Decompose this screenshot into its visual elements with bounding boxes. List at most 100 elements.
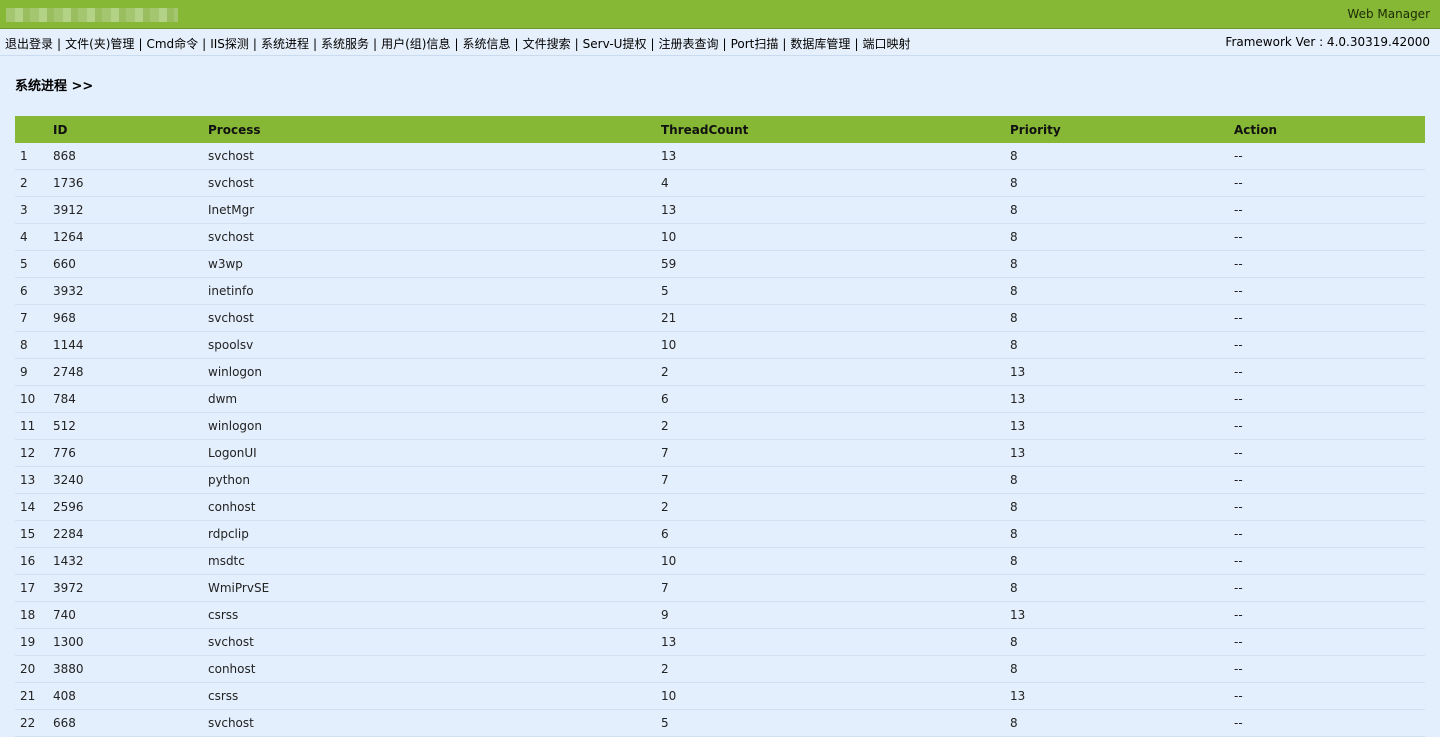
process-table: ID Process ThreadCount Priority Action 1… (15, 116, 1425, 737)
priority-cell: 8 (1010, 250, 1234, 278)
process-id-cell: 2748 (53, 358, 208, 386)
thread-count-cell: 59 (661, 250, 1010, 278)
table-row: 19 1300 svchost 13 8 -- (15, 628, 1425, 656)
nav-separator: | (252, 37, 257, 51)
priority-cell: 8 (1010, 196, 1234, 224)
row-index-cell: 2 (15, 169, 53, 197)
nav-link[interactable]: Serv-U提权 (583, 37, 647, 51)
thread-count-cell: 5 (661, 709, 1010, 737)
row-index-cell: 19 (15, 628, 53, 656)
nav-link[interactable]: 端口映射 (862, 37, 910, 51)
nav-link[interactable]: 系统信息 (463, 37, 511, 51)
process-name-cell: msdtc (208, 547, 661, 575)
nav-link[interactable]: 系统进程 (261, 37, 309, 51)
priority-cell: 8 (1010, 331, 1234, 359)
nav-link[interactable]: 注册表查询 (659, 37, 719, 51)
thread-count-cell: 7 (661, 439, 1010, 467)
priority-cell: 8 (1010, 574, 1234, 602)
thread-count-cell: 21 (661, 304, 1010, 332)
process-name-cell: csrss (208, 682, 661, 710)
priority-cell: 13 (1010, 682, 1234, 710)
priority-cell: 8 (1010, 466, 1234, 494)
thread-count-cell: 6 (661, 385, 1010, 413)
table-row: 14 2596 conhost 2 8 -- (15, 493, 1425, 521)
row-index-cell: 22 (15, 709, 53, 737)
action-cell: -- (1234, 304, 1425, 332)
priority-cell: 8 (1010, 709, 1234, 737)
thread-count-cell: 2 (661, 655, 1010, 683)
table-row: 13 3240 python 7 8 -- (15, 466, 1425, 494)
nav-link[interactable]: Cmd命令 (146, 37, 198, 51)
process-name-cell: python (208, 466, 661, 494)
table-row: 21 408 csrss 10 13 -- (15, 682, 1425, 710)
row-index-cell: 10 (15, 385, 53, 413)
nav-separator: | (138, 37, 143, 51)
thread-count-cell: 10 (661, 682, 1010, 710)
table-header-row: ID Process ThreadCount Priority Action (15, 116, 1425, 143)
action-cell: -- (1234, 466, 1425, 494)
nav-links: 退出登录 | 文件(夹)管理 | Cmd命令 | IIS探测 | 系统进程 | 系统服务 | 用户(组)… (5, 35, 911, 52)
table-row: 11 512 winlogon 2 13 -- (15, 412, 1425, 440)
action-cell: -- (1234, 196, 1425, 224)
top-banner: Web Manager (0, 0, 1440, 29)
process-id-cell: 740 (53, 601, 208, 629)
process-id-cell: 2284 (53, 520, 208, 548)
nav-link[interactable]: Port扫描 (731, 37, 779, 51)
priority-cell: 13 (1010, 385, 1234, 413)
process-name-cell: csrss (208, 601, 661, 629)
table-row: 5 660 w3wp 59 8 -- (15, 250, 1425, 278)
process-name-cell: svchost (208, 143, 661, 170)
process-id-cell: 1432 (53, 547, 208, 575)
process-id-cell: 1300 (53, 628, 208, 656)
process-id-cell: 868 (53, 143, 208, 170)
process-name-cell: conhost (208, 655, 661, 683)
table-row: 4 1264 svchost 10 8 -- (15, 223, 1425, 251)
priority-cell: 13 (1010, 412, 1234, 440)
thread-count-cell: 6 (661, 520, 1010, 548)
nav-link[interactable]: 用户(组)信息 (381, 37, 450, 51)
process-id-cell: 660 (53, 250, 208, 278)
process-name-cell: winlogon (208, 358, 661, 386)
nav-link[interactable]: 文件搜索 (523, 37, 571, 51)
header-index (15, 116, 53, 143)
thread-count-cell: 13 (661, 628, 1010, 656)
table-row: 16 1432 msdtc 10 8 -- (15, 547, 1425, 575)
table-row: 1 868 svchost 13 8 -- (15, 143, 1425, 170)
header-threadcount: ThreadCount (661, 122, 749, 137)
nav-separator: | (57, 37, 62, 51)
thread-count-cell: 10 (661, 331, 1010, 359)
nav-separator: | (722, 37, 727, 51)
table-row: 10 784 dwm 6 13 -- (15, 385, 1425, 413)
process-id-cell: 408 (53, 682, 208, 710)
process-id-cell: 3932 (53, 277, 208, 305)
process-name-cell: spoolsv (208, 331, 661, 359)
action-cell: -- (1234, 277, 1425, 305)
nav-link[interactable]: IIS探测 (210, 37, 249, 51)
process-id-cell: 2596 (53, 493, 208, 521)
process-id-cell: 3240 (53, 466, 208, 494)
action-cell: -- (1234, 223, 1425, 251)
nav-link[interactable]: 退出登录 (5, 37, 53, 51)
action-cell: -- (1234, 385, 1425, 413)
action-cell: -- (1234, 655, 1425, 683)
nav-link[interactable]: 数据库管理 (790, 37, 850, 51)
nav-link[interactable]: 系统服务 (321, 37, 369, 51)
framework-version: Framework Ver : 4.0.30319.42000 (1225, 35, 1430, 49)
process-name-cell: svchost (208, 223, 661, 251)
row-index-cell: 16 (15, 547, 53, 575)
table-row: 17 3972 WmiPrvSE 7 8 -- (15, 574, 1425, 602)
process-name-cell: InetMgr (208, 196, 661, 224)
nav-link[interactable]: 文件(夹)管理 (65, 37, 134, 51)
nav-separator: | (454, 37, 459, 51)
process-id-cell: 1264 (53, 223, 208, 251)
priority-cell: 13 (1010, 358, 1234, 386)
thread-count-cell: 2 (661, 493, 1010, 521)
row-index-cell: 6 (15, 277, 53, 305)
action-cell: -- (1234, 493, 1425, 521)
process-name-cell: w3wp (208, 250, 661, 278)
row-index-cell: 21 (15, 682, 53, 710)
process-name-cell: dwm (208, 385, 661, 413)
priority-cell: 8 (1010, 655, 1234, 683)
row-index-cell: 14 (15, 493, 53, 521)
table-row: 2 1736 svchost 4 8 -- (15, 169, 1425, 197)
